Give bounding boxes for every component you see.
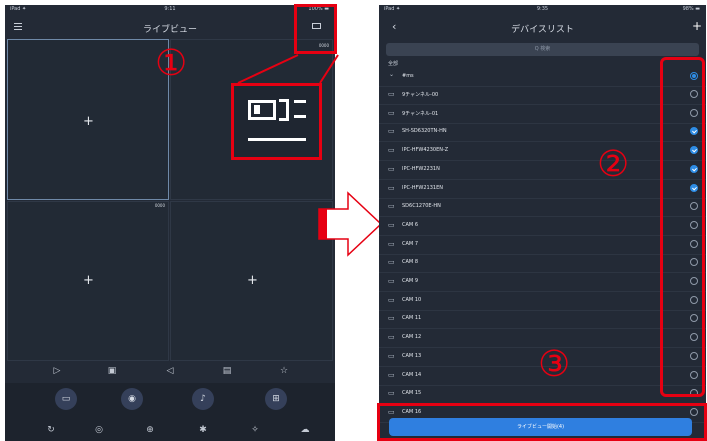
device-name: IPC-HFW2131EN	[402, 184, 443, 191]
channel-layout-icon	[248, 100, 276, 120]
step-2-label: ②	[597, 144, 630, 185]
page-title: デバイスリスト	[511, 25, 574, 35]
status-bar: iPad ✦ 9:35 98% ▬	[379, 5, 706, 13]
highlight-channel-button	[294, 4, 337, 54]
camera-icon: ▭	[388, 239, 395, 248]
device-name: CAM 6	[402, 221, 418, 228]
highlight-start-button	[377, 403, 707, 441]
device-name: SD6C1270E-HN	[402, 203, 441, 210]
camera-icon: ▭	[388, 183, 395, 192]
search-input[interactable]: Q 検索	[386, 43, 699, 56]
camera-icon: ▭	[388, 127, 395, 136]
list-item[interactable]: ▭ IPC-HFW2231N	[379, 161, 706, 180]
list-item[interactable]: ▭ CAM 11	[379, 310, 706, 330]
camera-icon: ▭	[388, 258, 395, 267]
list-item[interactable]: ▭ 9チャンネル-01	[379, 105, 706, 124]
device-name: 9チャンネル-01	[402, 110, 439, 117]
list-item[interactable]: ▭ CAM 15	[379, 385, 706, 405]
list-item[interactable]: ▭ CAM 6	[379, 217, 706, 236]
device-name: CAM 14	[402, 371, 422, 378]
step-1-label: ①	[155, 43, 188, 84]
plus-icon[interactable]: +	[692, 19, 702, 33]
channel-layout-icon	[294, 100, 306, 103]
device-name: CAM 10	[402, 296, 422, 303]
device-name: CAM 12	[402, 334, 422, 341]
camera-icon: ▭	[388, 333, 395, 342]
device-name: CAM 11	[402, 315, 422, 322]
group-name: #ms	[402, 73, 414, 79]
camera-icon: ▭	[388, 108, 395, 117]
device-name: SH-SD6320TN-HN	[402, 128, 447, 135]
device-name: CAM 7	[402, 240, 418, 247]
list-item[interactable]: ▭ SD6C1270E-HN	[379, 198, 706, 218]
channel-layout-icon	[294, 115, 306, 118]
list-item[interactable]: ▭ CAM 7	[379, 236, 706, 255]
status-time: 9:35	[536, 6, 549, 12]
step-3-label: ③	[538, 344, 571, 385]
list-item-group[interactable]: ⌄ #ms	[379, 68, 706, 87]
camera-icon: ▭	[388, 370, 395, 379]
list-item[interactable]: ▭ IPC-HFW4230EN-Z	[379, 142, 706, 162]
list-item[interactable]: ▭ CAM 8	[379, 254, 706, 274]
device-name: CAM 13	[402, 352, 422, 359]
status-battery: 98% ▬	[682, 6, 700, 12]
device-name: CAM 15	[402, 390, 422, 397]
channel-layout-icon	[279, 99, 289, 121]
section-label: 全部	[388, 61, 399, 67]
device-name: CAM 9	[402, 278, 418, 284]
camera-icon: ▭	[388, 146, 395, 155]
list-item[interactable]: ▭ IPC-HFW2131EN	[379, 180, 706, 199]
nav-bar: ‹ デバイスリスト +	[379, 14, 706, 40]
camera-icon: ▭	[388, 90, 395, 98]
device-name: CAM 8	[402, 259, 418, 266]
camera-icon: ▭	[388, 164, 395, 173]
camera-icon: ▭	[388, 202, 395, 211]
list-item[interactable]: ▭ CAM 10	[379, 292, 706, 311]
list-item[interactable]: ▭ SH-SD6320TN-HN	[379, 123, 706, 143]
channel-layout-icon	[254, 105, 260, 114]
collapse-icon: ⌄	[389, 71, 395, 78]
camera-icon: ▭	[388, 351, 395, 360]
camera-icon: ▭	[388, 295, 395, 304]
device-name: IPC-HFW2231N	[402, 165, 440, 172]
camera-icon: ▭	[388, 220, 395, 229]
camera-icon: ▭	[388, 389, 395, 398]
device-name: 9チャンネル-00	[402, 92, 439, 98]
zoomed-channel-icon	[231, 83, 322, 160]
device-name: IPC-HFW4230EN-Z	[402, 147, 449, 154]
list-item[interactable]: ▭ 9チャンネル-00	[379, 86, 706, 105]
camera-icon: ▭	[388, 277, 395, 285]
list-item[interactable]: ▭ CAM 9	[379, 273, 706, 292]
camera-icon: ▭	[388, 314, 395, 323]
highlight-radio-column	[660, 57, 705, 397]
channel-layout-icon	[248, 138, 306, 141]
